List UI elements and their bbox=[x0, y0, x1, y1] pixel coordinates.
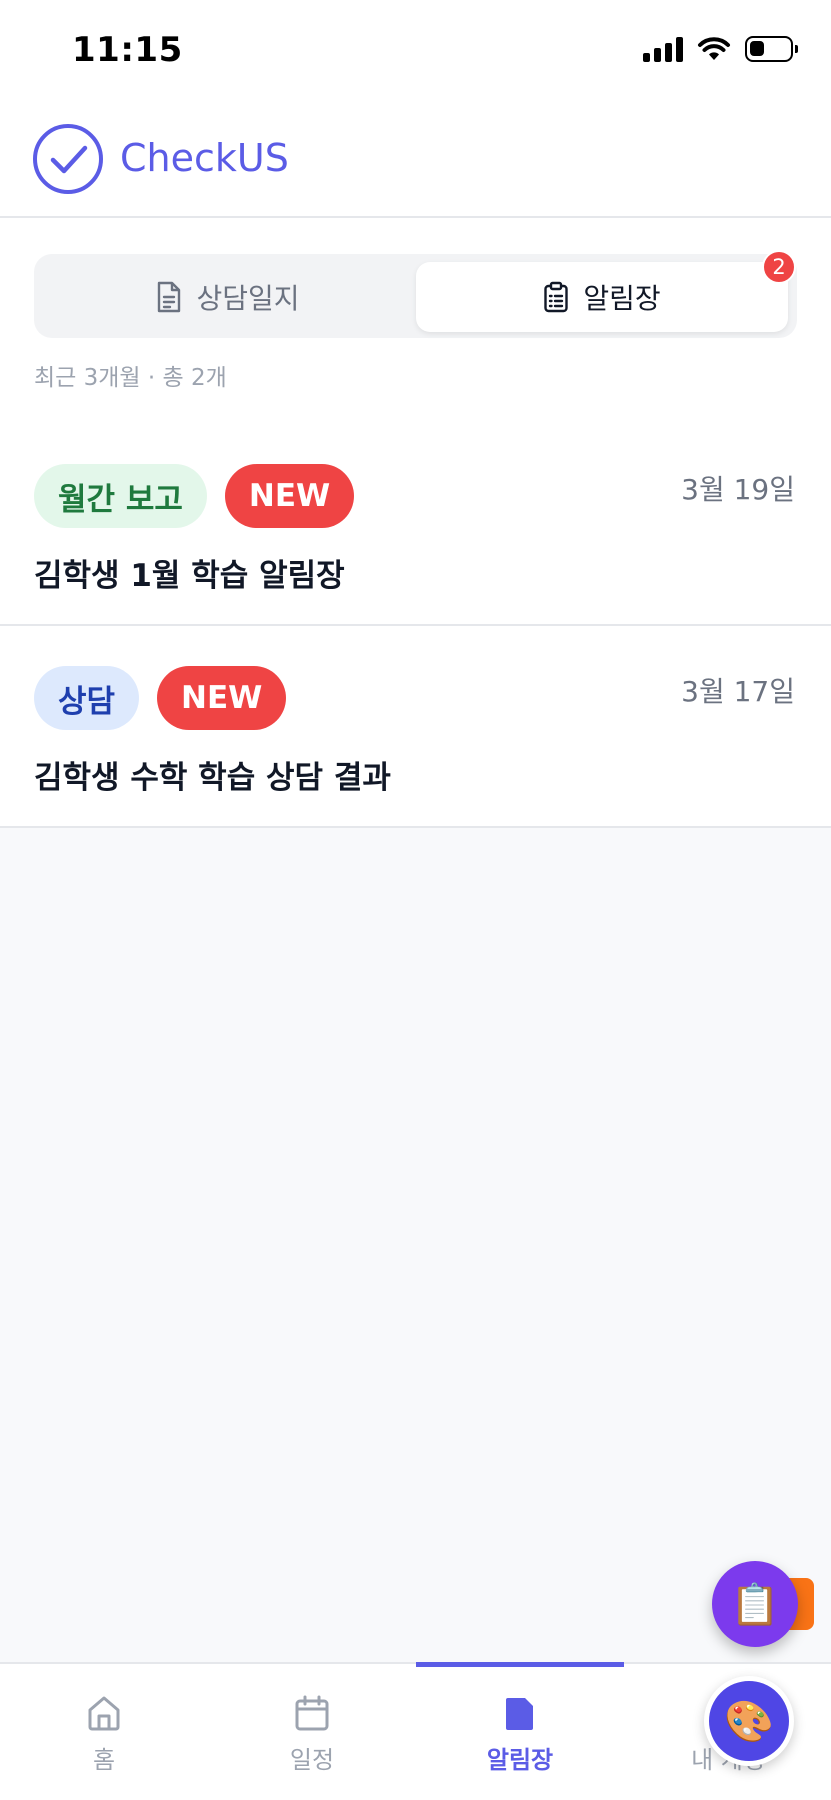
check-circle-icon bbox=[33, 124, 103, 194]
segmented-control: 상담일지 알림장 2 bbox=[34, 250, 797, 338]
notice-title: 김학생 수학 학습 상담 결과 bbox=[34, 760, 391, 796]
battery-icon bbox=[745, 36, 798, 62]
clipboard-icon: 📋 bbox=[730, 1581, 780, 1628]
palette-icon: 🎨 bbox=[724, 1698, 774, 1745]
notice-card[interactable]: 상담 NEW 3월 17일 김학생 수학 학습 상담 결과 bbox=[0, 626, 831, 828]
file-icon bbox=[506, 1698, 533, 1730]
tab-notice-nav[interactable]: 알림장 bbox=[416, 1664, 624, 1800]
tag-row: 상담 NEW bbox=[34, 666, 287, 730]
tab-consult-log-label: 상담일지 bbox=[196, 282, 300, 315]
theme-palette-button[interactable]: 🎨 bbox=[704, 1676, 794, 1766]
tab-schedule-label: 일정 bbox=[289, 1746, 335, 1774]
status-bar: 11:15 bbox=[0, 0, 831, 100]
category-tag: 월간 보고 bbox=[34, 464, 207, 528]
tab-notice-nav-label: 알림장 bbox=[486, 1746, 554, 1774]
notice-title: 김학생 1월 학습 알림장 bbox=[34, 558, 345, 594]
home-icon bbox=[88, 1696, 120, 1731]
notice-count-badge: 2 bbox=[762, 250, 796, 284]
list-summary: 최근 3개월 · 총 2개 bbox=[34, 365, 227, 391]
app-header: CheckUS bbox=[0, 100, 831, 218]
document-icon bbox=[158, 281, 181, 313]
notice-card[interactable]: 월간 보고 NEW 3월 19일 김학생 1월 학습 알림장 bbox=[0, 424, 831, 626]
category-tag: 상담 bbox=[34, 666, 140, 730]
tab-schedule[interactable]: 일정 bbox=[208, 1664, 416, 1800]
tab-notice[interactable]: 알림장 2 bbox=[416, 250, 796, 332]
signal-icon bbox=[643, 36, 683, 62]
app-logo-text: CheckUS bbox=[120, 136, 289, 180]
notice-date: 3월 17일 bbox=[681, 675, 795, 708]
clipboard-icon bbox=[544, 281, 569, 313]
tab-consult-log[interactable]: 상담일지 bbox=[42, 262, 414, 332]
notice-date: 3월 19일 bbox=[681, 473, 795, 506]
tag-row: 월간 보고 NEW bbox=[34, 464, 355, 528]
status-icons bbox=[643, 36, 798, 62]
new-badge: NEW bbox=[224, 464, 355, 528]
status-time: 11:15 bbox=[72, 30, 183, 70]
tab-notice-label: 알림장 bbox=[583, 282, 661, 315]
new-badge: NEW bbox=[157, 666, 287, 730]
calendar-icon bbox=[295, 1695, 329, 1731]
wifi-icon bbox=[698, 37, 730, 60]
clipboard-fab-button[interactable]: 📋 bbox=[712, 1561, 798, 1647]
tab-home-label: 홈 bbox=[92, 1746, 116, 1774]
tab-home[interactable]: 홈 bbox=[0, 1664, 208, 1800]
